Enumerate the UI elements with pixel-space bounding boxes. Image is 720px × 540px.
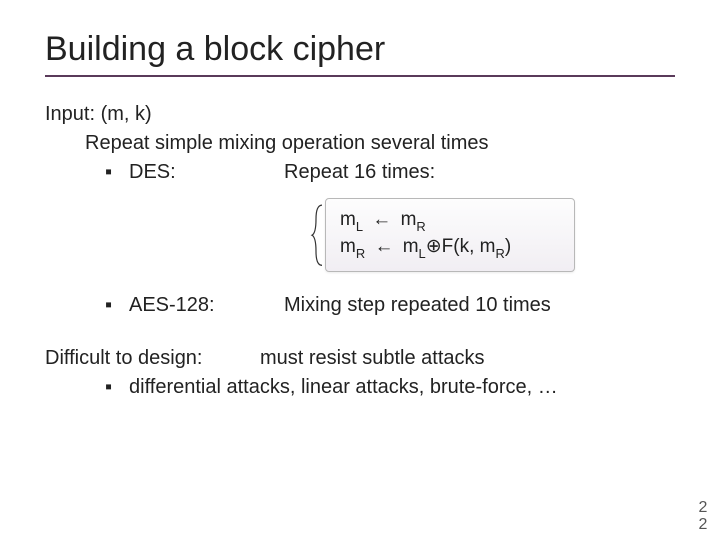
slide-title: Building a block cipher (45, 30, 675, 69)
brace-icon (310, 203, 324, 267)
slide-body: Input: (m, k) Repeat simple mixing opera… (45, 101, 675, 401)
bullet-icon: ▪ (105, 159, 129, 186)
aes-line: ▪ AES-128: Mixing step repeated 10 times (45, 292, 675, 319)
difficult-lead: Difficult to design: (45, 345, 260, 372)
page-number: 22 (696, 500, 710, 534)
difficult-line: Difficult to design: must resist subtle … (45, 345, 675, 372)
aes-detail: Mixing step repeated 10 times (284, 292, 551, 319)
feistel-formula-box: mL ← mR mR ← mL⊕F(k, mR) (325, 198, 575, 272)
des-line: ▪ DES: Repeat 16 times: (45, 159, 675, 186)
difficult-tail: must resist subtle attacks (260, 345, 485, 372)
formula-line-2: mR ← mL⊕F(k, mR) (340, 234, 560, 261)
formula-line-1: mL ← mR (340, 207, 560, 234)
des-detail: Repeat 16 times: (284, 159, 435, 186)
bullet-icon: ▪ (105, 292, 129, 319)
input-line: Input: (m, k) (45, 101, 675, 128)
aes-label: AES-128: (129, 292, 284, 319)
des-label: DES: (129, 159, 284, 186)
attack-block: Difficult to design: must resist subtle … (45, 345, 675, 401)
title-underline (45, 75, 675, 77)
bullet-icon: ▪ (105, 374, 129, 401)
attacks-bullet-line: ▪ differential attacks, linear attacks, … (45, 374, 675, 401)
attacks-list: differential attacks, linear attacks, br… (129, 374, 558, 401)
slide: Building a block cipher Input: (m, k) Re… (0, 0, 720, 540)
repeat-line: Repeat simple mixing operation several t… (45, 130, 675, 157)
